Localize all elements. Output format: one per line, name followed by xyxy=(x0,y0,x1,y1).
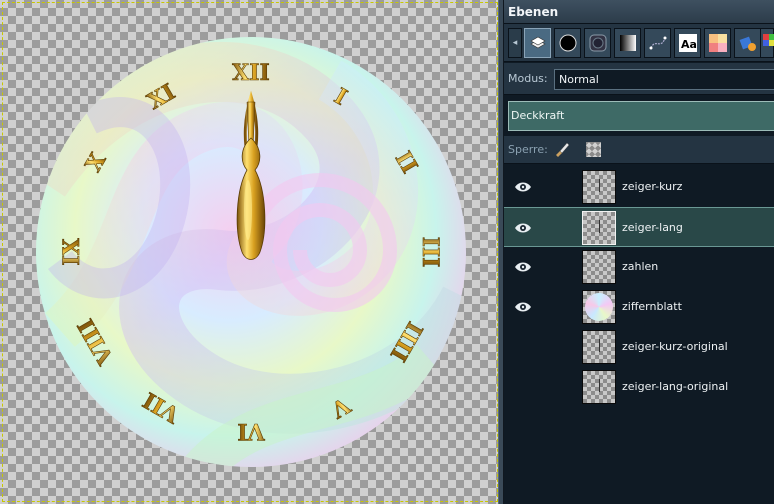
layer-row[interactable]: ziffernblatt xyxy=(504,287,774,327)
font-icon: Aa xyxy=(679,34,697,52)
layer-name[interactable]: zeiger-lang-original xyxy=(622,380,728,393)
opacity-slider[interactable]: Deckkraft xyxy=(508,101,774,131)
tab-patterns[interactable] xyxy=(584,28,611,58)
pattern-icon xyxy=(589,34,607,52)
layer-name[interactable]: zeiger-kurz-original xyxy=(622,340,728,353)
image-canvas[interactable]: XII I II III IIII V VI VII VIII IX X XI xyxy=(0,0,502,504)
dock-tabs: ◂ Aa xyxy=(504,24,774,62)
thumbnail-mark xyxy=(599,339,600,352)
tab-fonts[interactable]: Aa xyxy=(674,28,701,58)
lock-alpha-icon[interactable] xyxy=(586,142,601,157)
tab-paths[interactable] xyxy=(644,28,671,58)
thumbnail-mark xyxy=(599,220,600,233)
colormap-icon xyxy=(763,34,774,46)
tab-colormap[interactable] xyxy=(760,28,774,58)
layer-thumbnail[interactable] xyxy=(582,211,616,245)
lock-pixels-icon[interactable] xyxy=(554,141,570,157)
layer-thumbnail[interactable] xyxy=(582,290,616,324)
tab-tool-presets[interactable] xyxy=(734,28,761,58)
tool-presets-icon xyxy=(739,36,756,51)
eye-icon[interactable] xyxy=(514,380,532,394)
brush-icon xyxy=(559,34,577,52)
thumbnail-mark xyxy=(599,179,600,192)
eye-icon[interactable] xyxy=(514,340,532,354)
layer-thumbnail[interactable] xyxy=(582,330,616,364)
layer-thumbnail[interactable] xyxy=(582,370,616,404)
tab-layers[interactable] xyxy=(524,28,551,58)
clock-numeral: III xyxy=(417,237,443,268)
layer-row[interactable]: zeiger-lang-original xyxy=(504,367,774,407)
gradient-icon xyxy=(620,35,636,51)
lock-row: Sperre: xyxy=(504,136,774,164)
layers-dock: Ebenen ◂ Aa Modus: Normal Deckkraft Sper… xyxy=(504,0,774,504)
mode-dropdown[interactable]: Normal xyxy=(554,69,774,90)
eye-icon[interactable] xyxy=(514,221,532,235)
eye-icon[interactable] xyxy=(514,260,532,274)
layer-name[interactable]: zeiger-kurz xyxy=(622,180,682,193)
tab-brushes[interactable] xyxy=(554,28,581,58)
layer-row[interactable]: zeiger-kurz xyxy=(504,167,774,207)
clock-numeral: VI xyxy=(237,418,265,444)
layer-name[interactable]: zahlen xyxy=(622,260,658,273)
clock-numeral: IX xyxy=(59,237,85,265)
layer-thumbnail[interactable] xyxy=(582,250,616,284)
panel-title: Ebenen xyxy=(504,0,774,24)
layer-row[interactable]: zeiger-lang xyxy=(504,207,774,247)
layer-name[interactable]: zeiger-lang xyxy=(622,221,683,234)
layers-icon xyxy=(530,36,546,49)
svg-text:Aa: Aa xyxy=(681,38,697,51)
eye-icon[interactable] xyxy=(514,300,532,314)
mode-label: Modus: xyxy=(508,72,548,85)
tab-palettes[interactable] xyxy=(704,28,731,58)
palette-icon xyxy=(709,34,727,52)
thumbnail-dial xyxy=(585,293,613,321)
clock-numeral: XII xyxy=(232,60,270,86)
mode-row: Modus: Normal xyxy=(504,63,774,95)
tab-scroll-left-icon[interactable]: ◂ xyxy=(508,28,522,58)
lock-label: Sperre: xyxy=(508,143,548,156)
layer-thumbnail[interactable] xyxy=(582,170,616,204)
layer-row[interactable]: zeiger-kurz-original xyxy=(504,327,774,367)
tab-gradients[interactable] xyxy=(614,28,641,58)
paths-icon xyxy=(649,36,667,50)
thumbnail-mark xyxy=(599,379,600,392)
layers-list: zeiger-kurz zeiger-lang zahlen ziffernblatt… xyxy=(504,165,774,504)
eye-icon[interactable] xyxy=(514,180,532,194)
layer-name[interactable]: ziffernblatt xyxy=(622,300,682,313)
clock-image: XIIIIIIIIIIIIVVIVIIVIIIIXXXI xyxy=(36,37,466,467)
layer-row[interactable]: zahlen xyxy=(504,247,774,287)
